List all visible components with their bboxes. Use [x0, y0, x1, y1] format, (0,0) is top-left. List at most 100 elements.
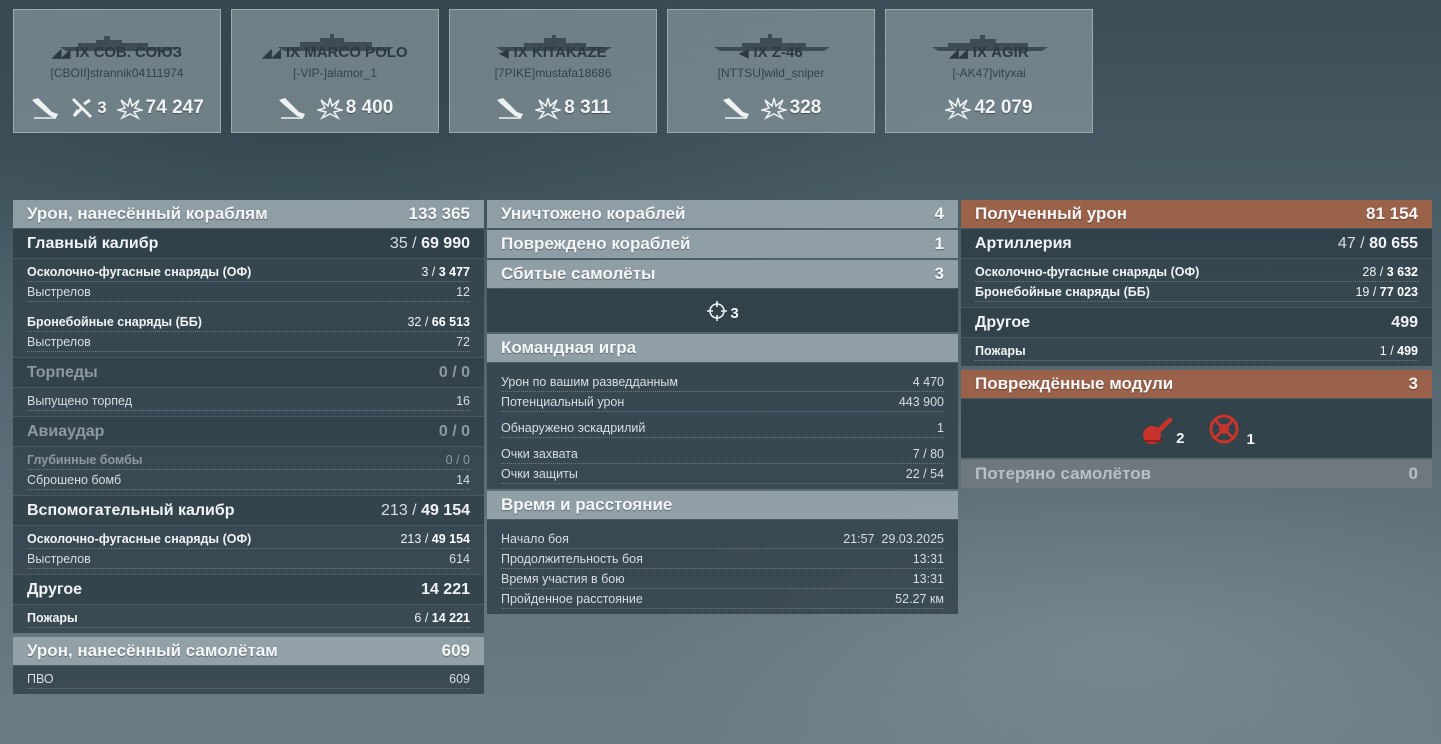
received-he-row: Осколочно-фугасные снаряды (ОФ) 28 / 3 63…: [975, 262, 1418, 282]
team-play-details: Урон по вашим разведданным 4 470 Потенциа…: [487, 362, 958, 489]
aa-label: ПВО: [27, 672, 54, 686]
torpedoes-details: Выпущено торпед 16: [13, 387, 484, 416]
fires-hits: 6: [414, 611, 422, 625]
potential-damage-row: Потенциальный урон 443 900: [501, 392, 944, 412]
damage-burst-icon: [945, 97, 972, 120]
secondary-battery-hits: 213: [381, 501, 408, 519]
ship-class-icon: ◢◢: [51, 46, 71, 60]
time-distance-details: Начало боя 21:57 29.03.2025 Продолжительн…: [487, 519, 958, 614]
depth-charges-label: Глубинные бомбы: [27, 453, 143, 467]
battle-duration-value: 13:31: [912, 552, 944, 566]
ship-name: MARCO POLO: [304, 44, 408, 61]
player-name: [-VIP-]alamor_1: [292, 66, 378, 80]
ap-shots-label: Выстрелов: [27, 335, 91, 349]
received-ap-label: Бронебойные снаряды (ББ): [975, 285, 1150, 299]
spotting-damage-label: Урон по вашим разведданным: [501, 375, 678, 389]
ship-name: ÄGIR: [991, 44, 1029, 61]
ship-cards: ◢◢ IX СОВ. СОЮЗ [CBOII]strannik04111974 3…: [13, 9, 1093, 133]
defense-value: 22 / 54: [905, 467, 944, 481]
crosshair-icon: [707, 300, 728, 321]
spotting-damage-row: Урон по вашим разведданным 4 470: [501, 372, 944, 392]
other-damage-value: 14 221: [421, 580, 470, 598]
steering-module-count: 1: [1246, 430, 1255, 448]
planes-shot-header: Сбитые самолёты 3: [487, 260, 958, 288]
received-damage-label: Полученный урон: [975, 204, 1128, 223]
planes-shot-icons: 3: [487, 288, 958, 332]
secondary-details: Осколочно-фугасные снаряды (ОФ) 213 / 49 …: [13, 525, 484, 574]
damaged-modules-icons: 2 1: [961, 398, 1432, 458]
ship-tier: IX: [972, 44, 987, 61]
player-name: [CBOII]strannik04111974: [50, 66, 184, 80]
other-damage-label: Другое: [27, 580, 82, 598]
depth-charges-value: 0 / 0: [445, 453, 470, 467]
main-battery-row: Главный калибр 35 / 69 990: [13, 228, 484, 258]
team-play-label: Командная игра: [501, 338, 637, 357]
damaged-value: 1: [934, 234, 944, 253]
crosshair-count: 3: [730, 304, 739, 322]
airstrike-value: 0 / 0: [438, 422, 470, 440]
he-shells-hits: 3: [421, 265, 429, 279]
received-ap-row: Бронебойные снаряды (ББ) 19 / 77 023: [975, 282, 1418, 302]
lost-planes-value: 0: [1408, 464, 1418, 483]
damaged-header: Повреждено кораблей 1: [487, 230, 958, 258]
secondary-shots-row: Выстрелов 614: [27, 549, 470, 569]
player-name: [-AK47]vityxai: [952, 66, 1026, 80]
ship-damage-label: Урон, нанесённый кораблям: [27, 204, 268, 223]
ship-card[interactable]: ◀ IX Z-46 [NTTSU]wild_sniper 328: [667, 9, 875, 133]
distance-value: 52.27 км: [895, 592, 944, 606]
received-he-value: 3 632: [1386, 265, 1418, 279]
ship-tier: IX: [285, 44, 301, 61]
participation-row: Время участия в бою 13:31: [501, 569, 944, 589]
player-name: [NTTSU]wild_sniper: [717, 66, 825, 80]
damaged-modules-value: 3: [1408, 374, 1418, 393]
ship-class-icon: ◀: [739, 46, 749, 60]
damage-dealt-panel: Урон, нанесённый кораблям 133 365 Главны…: [13, 200, 484, 694]
lost-planes-label: Потеряно самолётов: [975, 464, 1152, 483]
plane-damage-header: Урон, нанесённый самолётам 609: [13, 637, 484, 665]
secondary-shots-value: 614: [449, 552, 470, 566]
fires-row: Пожары 6 / 14 221: [27, 608, 470, 628]
capture-value: 7 / 80: [912, 447, 944, 461]
ship-card[interactable]: ◢◢ IX СОВ. СОЮЗ [CBOII]strannik04111974 3…: [13, 9, 221, 133]
secondary-he-row: Осколочно-фугасные снаряды (ОФ) 213 / 49 …: [27, 529, 470, 549]
ship-card[interactable]: ◢◢ IX ÄGIR [-AK47]vityxai 42 079: [885, 9, 1093, 133]
main-battery-details: Осколочно-фугасные снаряды (ОФ) 3 / 3 477…: [13, 258, 484, 357]
battle-duration-label: Продолжительность боя: [501, 552, 643, 566]
damage-value: 42 079: [974, 97, 1033, 118]
battle-start-row: Начало боя 21:57 29.03.2025: [501, 529, 944, 549]
torpedo-hit-icon: [497, 98, 524, 119]
damage-value: 8 311: [564, 97, 611, 118]
ship-tier: IX: [513, 44, 528, 61]
fires-label: Пожары: [27, 611, 78, 625]
he-shells-row: Осколочно-фугасные снаряды (ОФ) 3 / 3 477: [27, 262, 470, 282]
received-ap-value: 77 023: [1379, 285, 1418, 299]
ship-card[interactable]: ◀ IX KITAKAZE [7PIKE]mustafa18686 8 311: [449, 9, 657, 133]
airstrike-row: Авиаудар 0 / 0: [13, 416, 484, 446]
he-shells-label: Осколочно-фугасные снаряды (ОФ): [27, 265, 252, 279]
destroyed-header: Уничтожено кораблей 4: [487, 200, 958, 228]
achievements-panel: Уничтожено кораблей 4 Повреждено корабле…: [487, 200, 958, 614]
received-damage-value: 81 154: [1366, 204, 1418, 223]
fires-value: 14 221: [431, 611, 470, 625]
ship-name: Z-46: [771, 44, 803, 61]
capture-label: Очки захвата: [501, 447, 578, 461]
squadrons-value: 1: [937, 421, 944, 435]
bombs-dropped-label: Сброшено бомб: [27, 473, 122, 487]
planes-shot-label: Сбитые самолёты: [501, 264, 656, 283]
damage-value: 328: [789, 97, 822, 118]
squadrons-label: Обнаружено эскадрилий: [501, 421, 646, 435]
received-other-row: Другое 499: [961, 307, 1432, 337]
ship-card[interactable]: ◢◢ IX MARCO POLO [-VIP-]alamor_1 8 400: [231, 9, 439, 133]
damaged-modules-label: Повреждённые модули: [975, 374, 1174, 393]
received-he-label: Осколочно-фугасные снаряды (ОФ): [975, 265, 1200, 279]
he-shells-value: 3 477: [438, 265, 470, 279]
ship-tier: IX: [753, 44, 768, 61]
team-play-header: Командная игра: [487, 334, 958, 362]
aa-row: ПВО 609: [27, 669, 470, 689]
ap-shells-value: 66 513: [431, 315, 470, 329]
bombs-dropped-row: Сброшено бомб 14: [27, 470, 470, 490]
steering-module-icon: [1209, 414, 1238, 443]
other-damage-details: Пожары 6 / 14 221: [13, 604, 484, 633]
received-damage-header: Полученный урон 81 154: [961, 200, 1432, 228]
defense-row: Очки защиты 22 / 54: [501, 464, 944, 484]
